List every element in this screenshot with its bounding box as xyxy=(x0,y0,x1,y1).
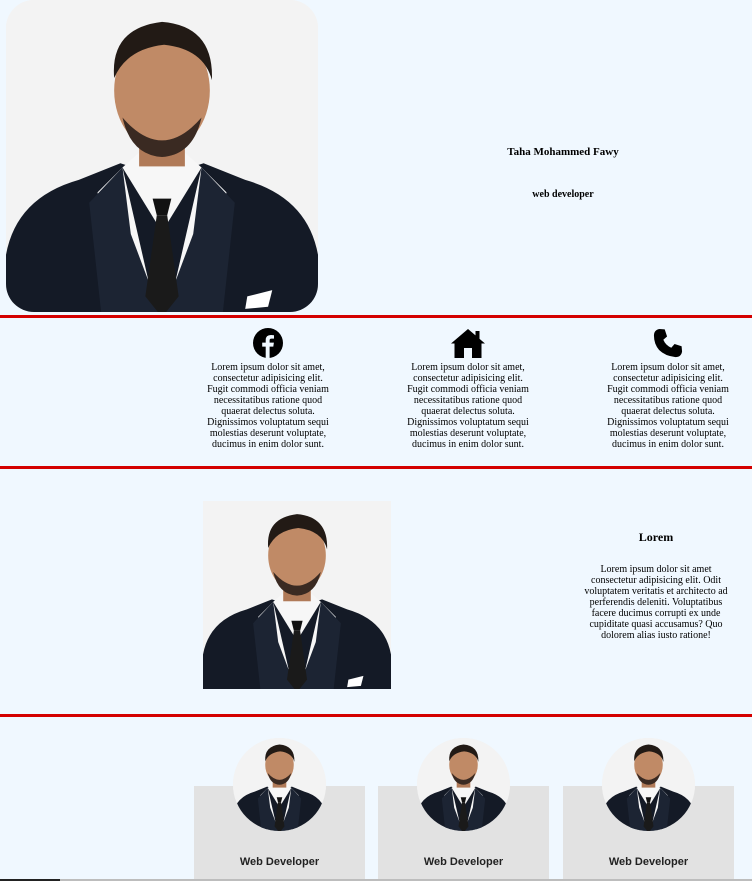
about-photo xyxy=(203,501,391,689)
team-card-label: Web Developer xyxy=(608,856,689,868)
feature-text: Lorem ipsum dolor sit amet, consectetur … xyxy=(607,362,729,450)
avatar xyxy=(602,738,695,831)
about-title: Lorem xyxy=(638,530,674,544)
feature-item: Lorem ipsum dolor sit amet, consectetur … xyxy=(404,328,532,450)
avatar xyxy=(417,738,510,831)
profile-name: Taha Mohammed Fawy xyxy=(507,146,619,158)
phone-icon[interactable] xyxy=(652,328,684,358)
feature-item: Lorem ipsum dolor sit amet, consectetur … xyxy=(204,328,332,450)
feature-item: Lorem ipsum dolor sit amet, consectetur … xyxy=(604,328,732,450)
home-icon[interactable] xyxy=(450,328,486,358)
profile-photo xyxy=(6,0,318,312)
section-divider xyxy=(0,315,752,318)
team-card-label: Web Developer xyxy=(239,856,320,868)
feature-text: Lorem ipsum dolor sit amet, consectetur … xyxy=(207,362,329,450)
team-card-label: Web Developer xyxy=(423,856,504,868)
section-divider xyxy=(0,714,752,717)
profile-role: web developer xyxy=(532,189,594,200)
section-divider xyxy=(0,466,752,469)
about-text: Lorem ipsum dolor sit amet consectetur a… xyxy=(584,564,728,641)
feature-text: Lorem ipsum dolor sit amet, consectetur … xyxy=(407,362,529,450)
avatar xyxy=(233,738,326,831)
facebook-icon[interactable] xyxy=(253,328,283,358)
hero-section: Taha Mohammed Fawy web developer xyxy=(0,0,752,315)
